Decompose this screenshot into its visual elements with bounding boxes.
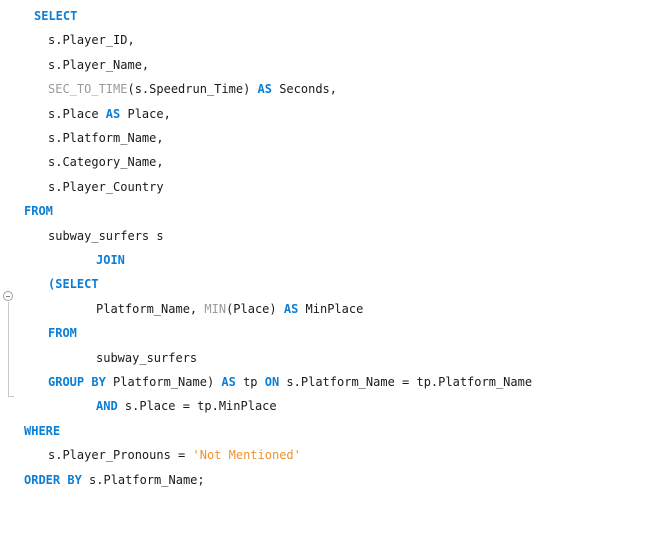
- fold-guide-end: [8, 396, 14, 397]
- sql-text: Seconds,: [271, 82, 338, 97]
- sql-text: Platform_Name,: [96, 301, 205, 316]
- sql-text: s.Player_Country: [48, 179, 164, 194]
- sql-text: (s.Speedrun_Time): [127, 82, 258, 97]
- code-line[interactable]: s.Player_Pronouns = 'Not Mentioned': [48, 443, 301, 467]
- sql-text: (Place): [226, 301, 284, 316]
- sql-text: s.Platform_Name = tp.Platform_Name: [279, 375, 533, 389]
- code-line[interactable]: SEC_TO_TIME(s.Speedrun_Time) AS Seconds,: [48, 77, 337, 101]
- sql-keyword: ON: [264, 375, 280, 389]
- code-line[interactable]: SELECT: [34, 4, 77, 28]
- fold-gutter: [0, 0, 20, 533]
- sql-text: s.Category_Name,: [48, 155, 164, 170]
- sql-keyword: AS: [257, 82, 272, 97]
- sql-text: s.Player_ID,: [48, 33, 135, 48]
- code-line[interactable]: (SELECT: [48, 272, 99, 296]
- code-line[interactable]: s.Player_Name,: [48, 53, 149, 77]
- sql-text: subway_surfers s: [48, 228, 164, 243]
- code-line[interactable]: s.Place AS Place,: [48, 102, 171, 126]
- sql-keyword: AS: [105, 106, 121, 121]
- sql-keyword: (SELECT: [48, 277, 99, 292]
- sql-keyword: ORDER BY: [24, 472, 82, 487]
- sql-keyword: FROM: [24, 204, 53, 219]
- code-line[interactable]: AND s.Place = tp.MinPlace: [96, 394, 277, 418]
- sql-keyword: SELECT: [34, 9, 78, 23]
- sql-keyword: AND: [96, 399, 118, 414]
- sql-keyword: FROM: [48, 326, 77, 341]
- sql-text: s.Player_Name,: [48, 57, 150, 72]
- sql-keyword: AS: [221, 375, 236, 389]
- sql-text: s.Place: [48, 106, 106, 121]
- code-line[interactable]: FROM: [24, 199, 53, 223]
- sql-function: MIN: [204, 301, 227, 316]
- sql-string: 'Not Mentioned': [192, 448, 301, 463]
- code-line[interactable]: FROM: [48, 321, 77, 345]
- sql-text: s.Place = tp.MinPlace: [117, 399, 277, 414]
- sql-keyword: WHERE: [24, 423, 61, 438]
- sql-text: s.Platform_Name;: [81, 472, 205, 487]
- code-line[interactable]: WHERE: [24, 419, 60, 443]
- fold-guide-line: [8, 302, 9, 397]
- code-line[interactable]: s.Platform_Name,: [48, 126, 164, 150]
- sql-text: Place,: [120, 106, 171, 121]
- code-line[interactable]: subway_surfers s: [48, 224, 164, 248]
- code-line[interactable]: Platform_Name, MIN(Place) AS MinPlace: [96, 297, 363, 321]
- sql-function: SEC_TO_TIME: [48, 82, 128, 97]
- code-line[interactable]: ORDER BY s.Platform_Name;: [24, 468, 205, 492]
- code-line[interactable]: s.Player_ID,: [48, 28, 135, 52]
- sql-text: s.Platform_Name,: [48, 131, 164, 145]
- code-line[interactable]: JOIN: [96, 248, 125, 272]
- sql-text: Platform_Name): [105, 375, 222, 389]
- sql-text: tp: [235, 375, 265, 389]
- sql-keyword: JOIN: [96, 253, 125, 267]
- sql-code-editor[interactable]: SELECT s.Player_ID, s.Player_Name, SEC_TO_T…: [0, 0, 658, 533]
- code-line[interactable]: s.Player_Country: [48, 175, 164, 199]
- sql-keyword: AS: [283, 301, 299, 316]
- sql-text: s.Player_Pronouns =: [48, 448, 193, 463]
- collapse-minus-icon[interactable]: [3, 291, 13, 301]
- sql-text: subway_surfers: [96, 350, 198, 365]
- code-line[interactable]: GROUP BY Platform_Name) AS tp ON s.Platf…: [48, 370, 532, 394]
- code-line[interactable]: subway_surfers: [96, 346, 197, 370]
- sql-keyword: GROUP BY: [48, 375, 106, 389]
- code-line[interactable]: s.Category_Name,: [48, 150, 164, 174]
- sql-text: MinPlace: [298, 301, 364, 316]
